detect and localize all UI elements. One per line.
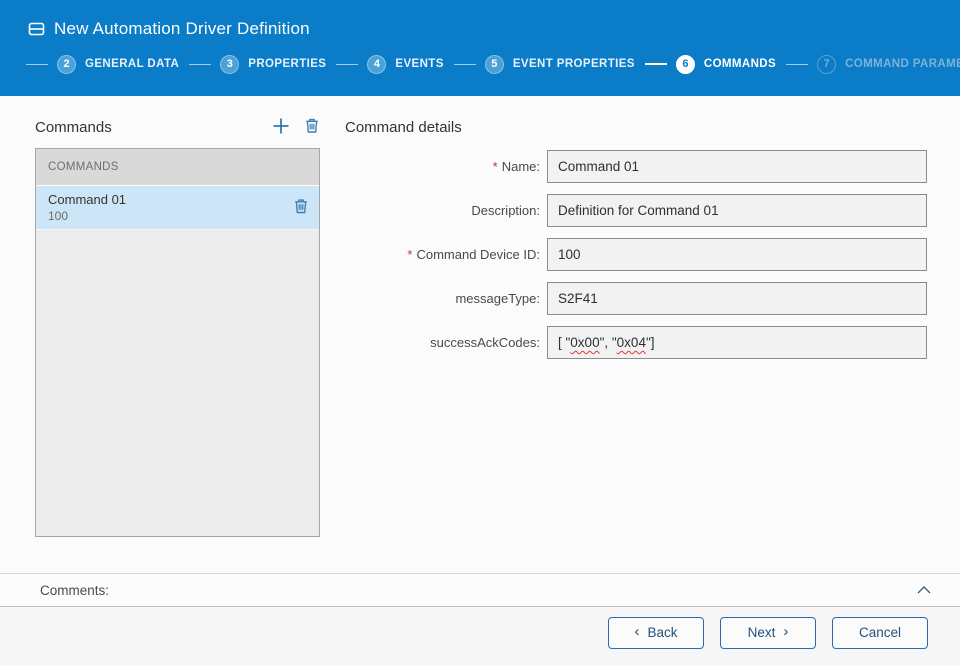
step-number: 3 <box>220 55 239 74</box>
titlebar: New Automation Driver Definition <box>0 0 960 44</box>
step-general-data[interactable]: 2 GENERAL DATA <box>26 55 189 74</box>
trash-icon <box>304 117 320 137</box>
command-list-item-text: Command 01 100 <box>48 192 279 223</box>
step-label: EVENTS <box>395 58 443 70</box>
trash-icon <box>293 197 309 218</box>
next-button[interactable]: Next › <box>720 617 816 649</box>
success-ack-codes-label: successAckCodes: <box>345 335 540 350</box>
required-asterisk: * <box>407 247 412 262</box>
name-label: *Name: <box>345 159 540 174</box>
command-list-item[interactable]: Command 01 100 <box>36 186 319 230</box>
dialog-title: New Automation Driver Definition <box>54 19 310 39</box>
plus-icon <box>272 117 290 138</box>
description-input[interactable] <box>547 194 927 227</box>
comments-label: Comments: <box>40 583 914 598</box>
step-connector <box>786 64 808 65</box>
step-connector <box>336 64 358 65</box>
chevron-left-icon: ‹ <box>634 624 639 639</box>
command-details-panel: Command details *Name: Description: *Com… <box>345 112 927 573</box>
step-commands[interactable]: 6 COMMANDS <box>645 55 786 74</box>
step-properties[interactable]: 3 PROPERTIES <box>189 55 336 74</box>
collapse-comments-button[interactable] <box>914 581 934 600</box>
step-event-properties[interactable]: 5 EVENT PROPERTIES <box>454 55 645 74</box>
step-label: GENERAL DATA <box>85 58 179 70</box>
required-asterisk: * <box>493 159 498 174</box>
step-command-parameters: 7 COMMAND PARAMETERS <box>786 55 960 74</box>
commands-panel-header: Commands <box>35 112 320 142</box>
delete-command-button[interactable] <box>290 117 320 137</box>
step-connector <box>454 64 476 65</box>
message-type-input[interactable] <box>547 282 927 315</box>
command-device-id: 100 <box>48 209 279 223</box>
step-connector <box>189 64 211 65</box>
message-type-label: messageType: <box>345 291 540 306</box>
details-panel-title: Command details <box>345 119 927 136</box>
step-number: 5 <box>485 55 504 74</box>
commands-list: COMMANDS Command 01 100 <box>35 148 320 537</box>
command-name: Command 01 <box>48 192 279 207</box>
chevron-up-icon <box>916 583 932 598</box>
dialog-header: New Automation Driver Definition 2 GENER… <box>0 0 960 96</box>
step-number: 6 <box>676 55 695 74</box>
step-label: EVENT PROPERTIES <box>513 58 635 70</box>
name-field-row: *Name: <box>345 150 927 183</box>
driver-definition-icon <box>28 21 45 37</box>
spellcheck-marked-token: 0x00 <box>570 335 599 350</box>
commands-panel: Commands <box>35 112 320 573</box>
back-button[interactable]: ‹ Back <box>608 617 704 649</box>
description-field-row: Description: <box>345 194 927 227</box>
name-input[interactable] <box>547 150 927 183</box>
chevron-right-icon: › <box>783 624 788 639</box>
message-type-field-row: messageType: <box>345 282 927 315</box>
step-number: 4 <box>367 55 386 74</box>
wizard-dialog: New Automation Driver Definition 2 GENER… <box>0 0 960 666</box>
step-label: COMMAND PARAMETERS <box>845 58 960 70</box>
step-number: 7 <box>817 55 836 74</box>
step-connector <box>26 64 48 65</box>
success-ack-codes-input[interactable]: [ "0x00", "0x04"] <box>547 326 927 359</box>
description-label: Description: <box>345 203 540 218</box>
command-device-id-label: *Command Device ID: <box>345 247 540 262</box>
wizard-stepper: 2 GENERAL DATA 3 PROPERTIES 4 EVENTS 5 E… <box>0 44 960 84</box>
step-number: 2 <box>57 55 76 74</box>
main-content: Commands <box>0 96 960 573</box>
command-device-id-field-row: *Command Device ID: <box>345 238 927 271</box>
step-connector <box>645 63 667 65</box>
cancel-button[interactable]: Cancel <box>832 617 928 649</box>
commands-list-column-header: COMMANDS <box>36 149 319 186</box>
spellcheck-marked-token: 0x04 <box>617 335 646 350</box>
step-events[interactable]: 4 EVENTS <box>336 55 453 74</box>
add-command-button[interactable] <box>258 117 290 138</box>
command-details-form: *Name: Description: *Command Device ID: … <box>345 150 927 370</box>
step-label: PROPERTIES <box>248 58 326 70</box>
commands-panel-title: Commands <box>35 119 258 136</box>
delete-row-button[interactable] <box>279 197 309 218</box>
step-label: COMMANDS <box>704 58 776 70</box>
command-device-id-input[interactable] <box>547 238 927 271</box>
comments-bar: Comments: <box>0 573 960 607</box>
success-ack-codes-field-row: successAckCodes: [ "0x00", "0x04"] <box>345 326 927 359</box>
footer-actions: ‹ Back Next › Cancel <box>0 607 960 666</box>
details-panel-header: Command details <box>345 112 927 142</box>
